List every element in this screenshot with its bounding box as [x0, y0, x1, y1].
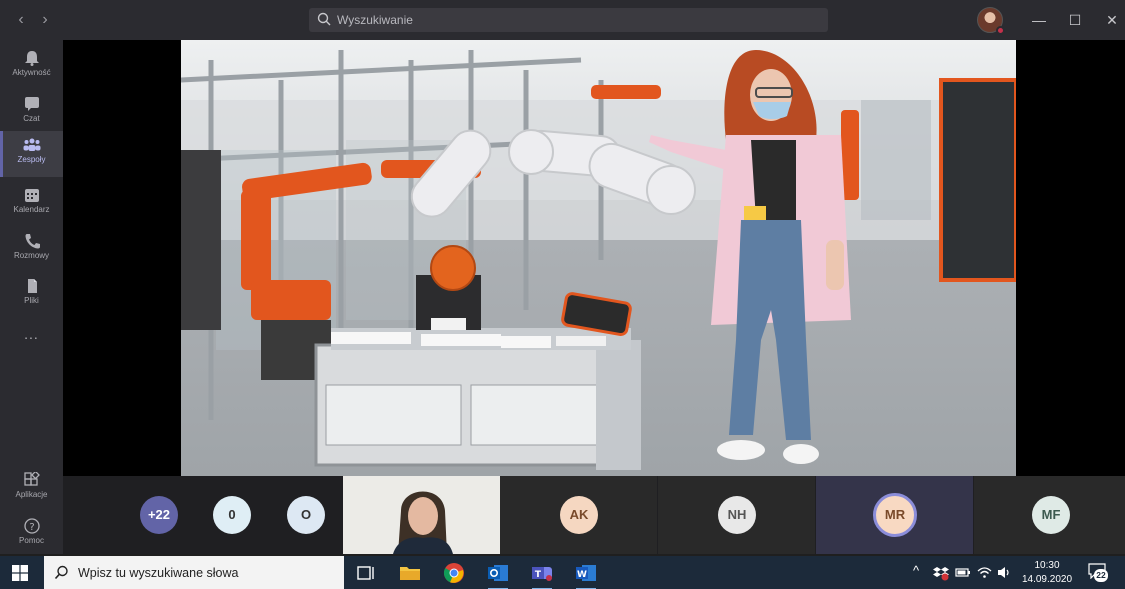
presence-status-badge [996, 26, 1005, 35]
teams-window: ‹ › Wyszukiwanie — ☐ ✕ Aktywność Czat Ze… [0, 0, 1125, 589]
outlook-icon [488, 565, 508, 581]
taskbar-search-box[interactable]: Wpisz tu wyszukiwane słowa [44, 556, 344, 589]
clock-time[interactable]: 10:30 [1018, 560, 1076, 571]
participant-overflow-badge[interactable]: +22 [140, 496, 178, 534]
participant-tile-mf[interactable]: MF [974, 476, 1125, 554]
wifi-icon[interactable] [977, 565, 992, 580]
participant-avatar: AK [560, 496, 598, 534]
self-camera-tile[interactable] [343, 476, 500, 554]
teams-app[interactable]: T [530, 561, 554, 589]
rail-item-activity[interactable]: Aktywność [0, 44, 63, 90]
rail-item-teams[interactable]: Zespoły [0, 131, 63, 177]
title-bar: ‹ › Wyszukiwanie — ☐ ✕ [0, 0, 1125, 40]
rail-item-help[interactable]: ? Pomoc [0, 512, 63, 558]
rail-item-chat[interactable]: Czat [0, 90, 63, 136]
tray-chevron-up-icon[interactable]: ^ [913, 563, 919, 578]
outlook-app[interactable] [486, 561, 510, 589]
taskbar-search-placeholder: Wpisz tu wyszukiwane słowa [78, 566, 239, 580]
rail-item-files[interactable]: Pliki [0, 272, 63, 318]
participant-avatar: NH [718, 496, 756, 534]
rail-item-more[interactable]: ... [0, 320, 63, 350]
maximize-button[interactable]: ☐ [1064, 9, 1086, 31]
apps-icon [23, 472, 40, 486]
chat-icon [24, 97, 39, 111]
minimize-button[interactable]: — [1028, 9, 1050, 31]
svg-text:T: T [535, 570, 542, 580]
file-explorer-icon[interactable] [398, 561, 422, 585]
self-camera-feed [343, 476, 500, 554]
task-view-icon[interactable] [354, 561, 378, 585]
rail-item-apps[interactable]: Aplikacje [0, 466, 63, 512]
volume-icon[interactable] [997, 565, 1012, 580]
app-rail: Aktywność Czat Zespoły Kalendarz Rozmowy… [0, 40, 63, 554]
close-button[interactable]: ✕ [1101, 9, 1123, 31]
phone-icon [25, 234, 40, 249]
teams-app-icon: T [532, 567, 552, 581]
dropbox-icon[interactable] [933, 565, 949, 581]
rail-item-calendar[interactable]: Kalendarz [0, 181, 63, 227]
teams-icon [23, 138, 40, 151]
participant-bubble[interactable]: 0 [213, 496, 251, 534]
forward-button[interactable]: › [36, 11, 54, 29]
more-icon: ... [24, 326, 39, 342]
battery-icon[interactable] [955, 566, 971, 579]
word-app[interactable]: W [574, 561, 598, 589]
participant-tile-mr[interactable]: MR [816, 476, 973, 554]
lab-scene [181, 40, 1016, 476]
windows-taskbar: Wpisz tu wyszukiwane słowa T W ^ 10:30 1… [0, 556, 1125, 589]
word-icon: W [576, 565, 596, 581]
clock-date[interactable]: 14.09.2020 [1018, 574, 1076, 585]
participant-bubble[interactable]: O [287, 496, 325, 534]
presenter-video[interactable] [181, 40, 1016, 476]
rail-item-calls[interactable]: Rozmowy [0, 227, 63, 273]
participant-tile-ak[interactable]: AK [500, 476, 657, 554]
participant-tile-nh[interactable]: NH [658, 476, 815, 554]
participant-avatar-speaking: MR [873, 493, 917, 537]
bell-icon [24, 51, 39, 66]
back-button[interactable]: ‹ [12, 11, 30, 29]
search-icon [54, 565, 68, 580]
search-icon [317, 12, 331, 26]
video-stage [63, 40, 1125, 476]
search-box[interactable]: Wyszukiwanie [309, 8, 828, 32]
help-icon: ? [23, 518, 40, 534]
notification-count-badge: 22 [1094, 569, 1108, 582]
participant-avatar: MF [1032, 496, 1070, 534]
file-icon [27, 279, 37, 293]
svg-text:W: W [577, 570, 587, 580]
chrome-icon[interactable] [442, 561, 466, 585]
calendar-icon [24, 189, 39, 202]
windows-start-icon[interactable] [12, 565, 28, 581]
search-placeholder: Wyszukiwanie [337, 13, 413, 27]
action-center-button[interactable]: 22 [1088, 563, 1110, 583]
svg-text:?: ? [29, 522, 34, 533]
participant-strip: +22 0 O AK NH MR MF [63, 476, 1125, 554]
